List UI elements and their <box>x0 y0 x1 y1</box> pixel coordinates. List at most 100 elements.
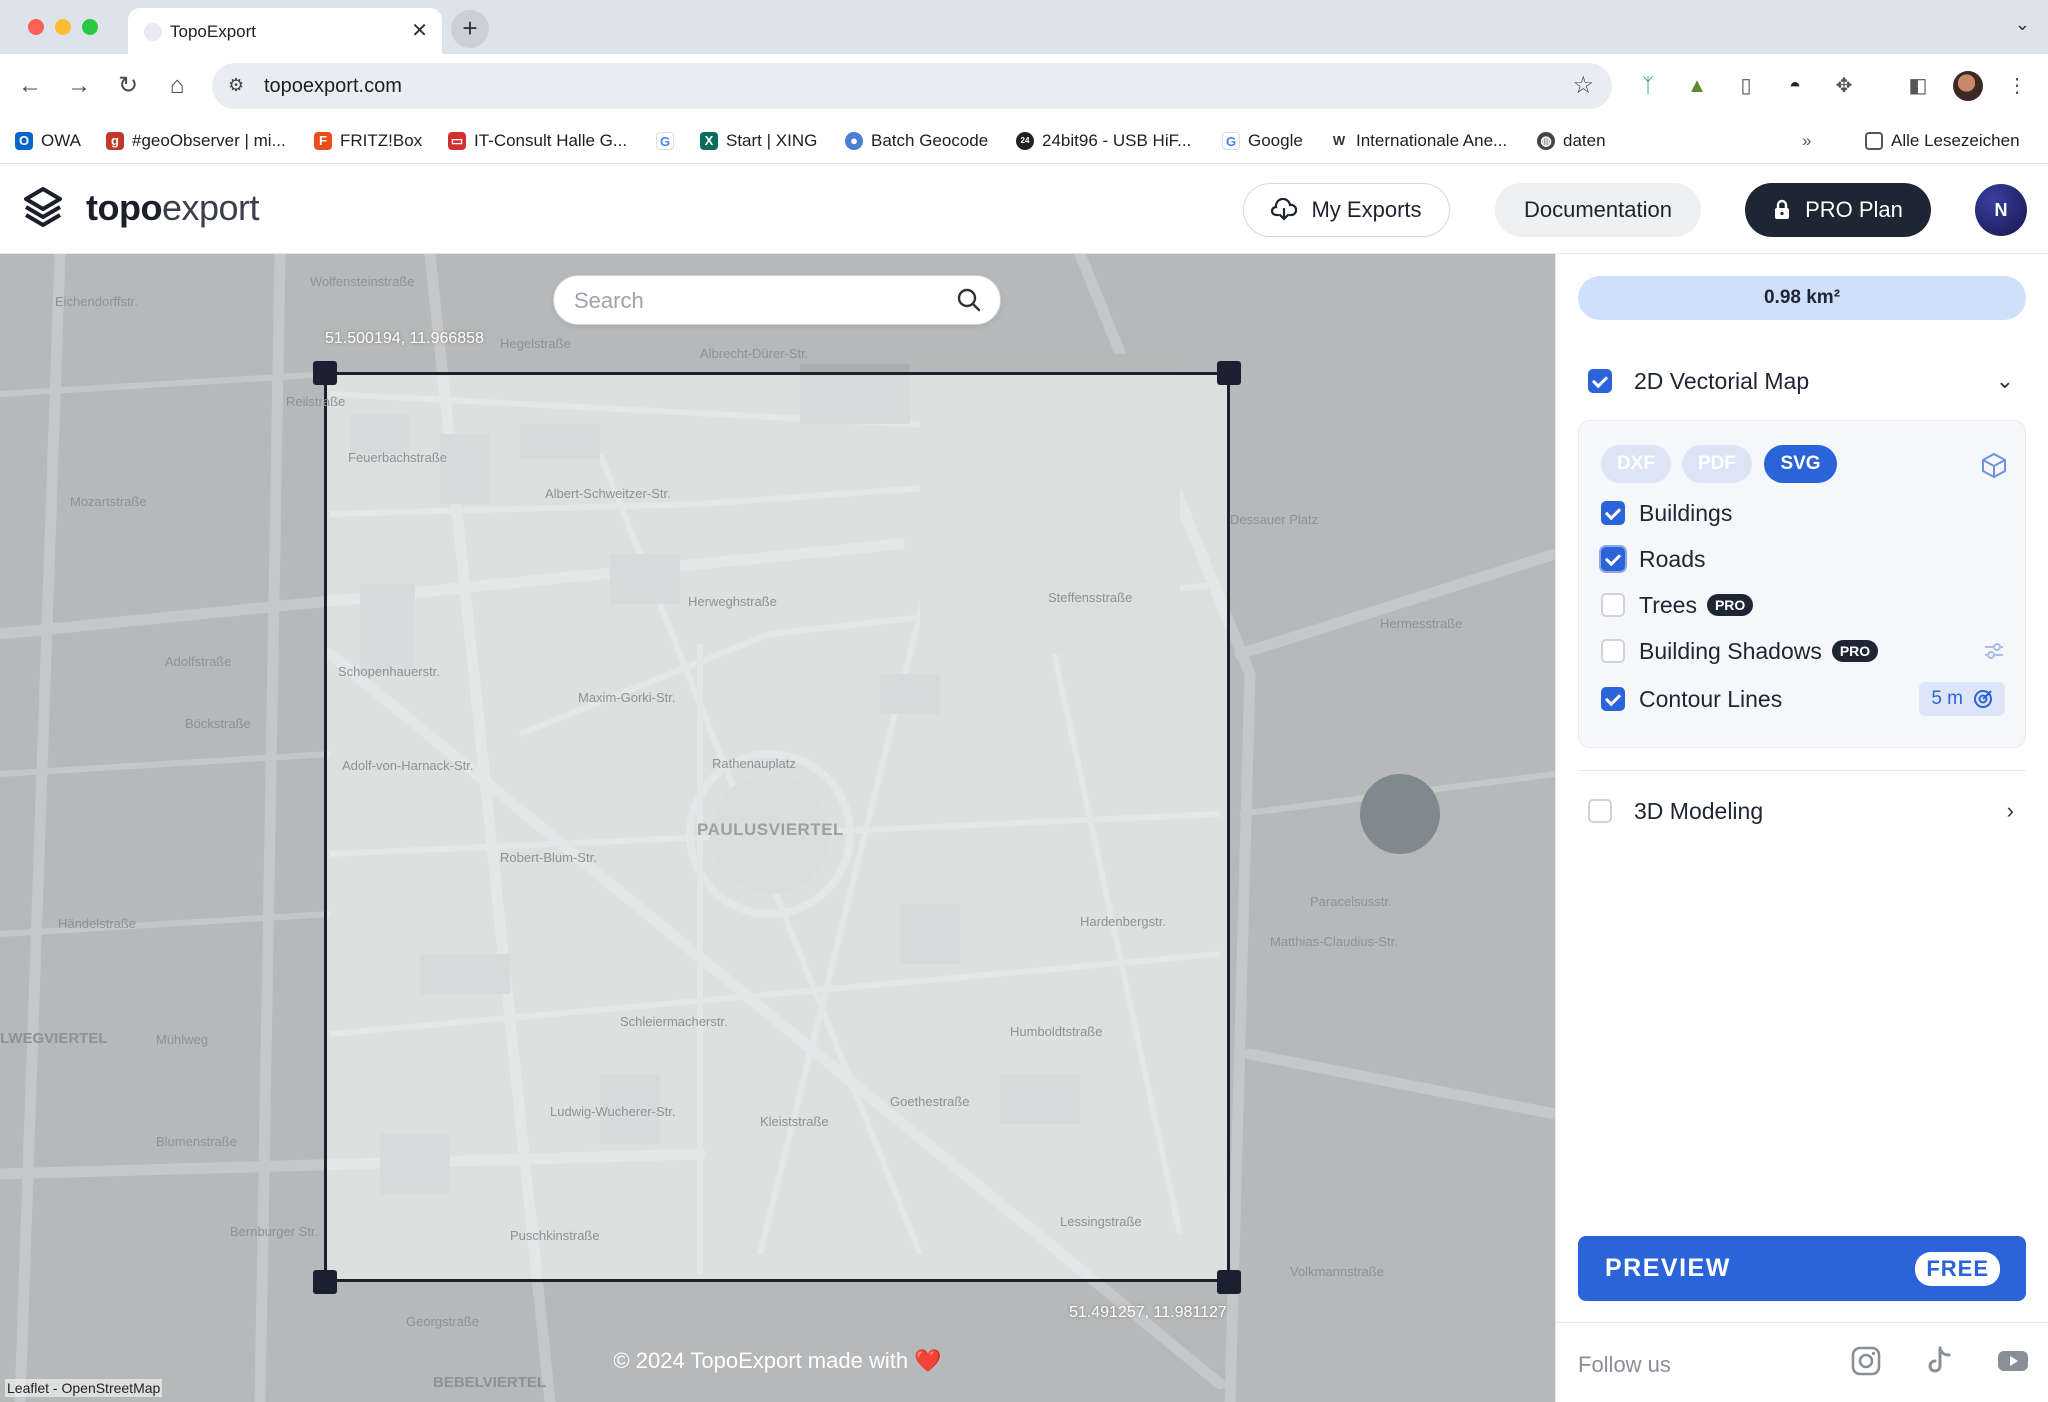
selection-handle-bottom-right[interactable] <box>1217 1270 1241 1294</box>
street-label: Blumenstraße <box>156 1134 237 1149</box>
bookmark-batch-geocode[interactable]: ● Batch Geocode <box>845 126 988 156</box>
format-dxf-button[interactable]: DXF <box>1601 445 1671 483</box>
street-label: Puschkinstraße <box>510 1228 600 1243</box>
address-bar[interactable]: ⚙ topoexport.com ☆ <box>212 63 1612 109</box>
selection-handle-top-right[interactable] <box>1217 361 1241 385</box>
map-canvas[interactable]: Albrecht-Dürer-Str. Hegelstraße Albert-S… <box>0 254 1555 1402</box>
bookmark-itconsult[interactable]: ▭ IT-Consult Halle G... <box>448 126 627 156</box>
bookmark-daten[interactable]: ◍ daten <box>1537 126 1606 156</box>
new-tab-button[interactable]: + <box>451 10 489 48</box>
google-icon: G <box>656 132 674 150</box>
all-bookmarks-label: Alle Lesezeichen <box>1891 131 2020 150</box>
selection-handle-bottom-left[interactable] <box>313 1270 337 1294</box>
street-label: Schopenhauerstr. <box>338 664 440 679</box>
preview-button[interactable]: PREVIEW FREE <box>1578 1236 2026 1301</box>
sliders-settings-icon[interactable] <box>1983 641 2005 661</box>
chevron-down-icon[interactable]: ⌄ <box>1996 368 2014 394</box>
layer-buildings[interactable]: Buildings <box>1601 495 2005 531</box>
section-2d-vectorial-map[interactable]: 2D Vectorial Map ⌄ <box>1578 356 2026 406</box>
forward-arrow-icon[interactable]: → <box>62 69 96 103</box>
search-icon[interactable] <box>956 287 982 313</box>
street-label: Bernburger Str. <box>230 1224 319 1239</box>
buildings-checkbox[interactable] <box>1601 501 1625 525</box>
tiktok-icon[interactable] <box>1922 1344 1956 1378</box>
street-label: Volkmannstraße <box>1290 1264 1384 1279</box>
close-window-button[interactable] <box>28 19 44 35</box>
follow-us-label: Follow us <box>1578 1352 1671 1377</box>
bookmark-xing[interactable]: X Start | XING <box>700 126 817 156</box>
bookmark-fritzbox[interactable]: F FRITZ!Box <box>314 126 422 156</box>
browser-tab[interactable]: TopoExport ✕ <box>128 8 442 54</box>
chevron-right-icon[interactable]: › <box>2007 798 2014 824</box>
street-label: Lessingstraße <box>1060 1214 1142 1229</box>
area-indicator: 0.98 km² <box>1578 276 2026 320</box>
roads-checkbox[interactable] <box>1601 547 1625 571</box>
extension-qgis-icon[interactable]: ▲ <box>1683 72 1711 100</box>
map-search-box[interactable] <box>553 275 1001 325</box>
street-label: Matthias-Claudius-Str. <box>1270 934 1398 949</box>
youtube-icon[interactable] <box>1996 1344 2030 1378</box>
map-attribution[interactable]: Leaflet - OpenStreetMap <box>5 1379 163 1397</box>
user-avatar[interactable]: N <box>1975 184 2027 236</box>
home-icon[interactable]: ⌂ <box>160 69 194 103</box>
browser-profile-avatar[interactable] <box>1953 71 1983 101</box>
layer-building-shadows[interactable]: Building Shadows PRO <box>1601 633 2005 669</box>
section-3d-modeling[interactable]: 3D Modeling › <box>1578 786 2026 836</box>
street-label: Humboldtstraße <box>1010 1024 1103 1039</box>
folder-icon <box>1865 132 1883 150</box>
bookmark-geoobserver[interactable]: g #geoObserver | mi... <box>106 126 286 156</box>
extension-document-icon[interactable]: ▯ <box>1732 72 1760 100</box>
bookmark-owa[interactable]: O OWA <box>15 126 81 156</box>
bookmark-24bit96[interactable]: 24 24bit96 - USB HiF... <box>1016 126 1191 156</box>
tab-search-chevron-icon[interactable]: ⌄ <box>2015 14 2030 35</box>
more-bookmarks-chevron-icon[interactable]: » <box>1802 126 1811 156</box>
bookmarks-bar: O OWA g #geoObserver | mi... F FRITZ!Box ▭ I… <box>0 118 2048 164</box>
extensions-puzzle-icon[interactable]: ✥ <box>1830 72 1858 100</box>
selection-handle-top-left[interactable] <box>313 361 337 385</box>
contour-lines-checkbox[interactable] <box>1601 687 1625 711</box>
browser-menu-icon[interactable]: ⋮ <box>2003 72 2031 100</box>
tab-close-icon[interactable]: ✕ <box>411 18 428 43</box>
back-arrow-icon[interactable]: ← <box>13 69 47 103</box>
topoexport-logo-text[interactable]: topoexport <box>86 187 260 229</box>
all-bookmarks-folder[interactable]: Alle Lesezeichen <box>1865 126 2020 156</box>
format-pdf-button[interactable]: PDF <box>1682 445 1752 483</box>
topoexport-logo-icon[interactable] <box>22 185 64 231</box>
layer-label: Roads <box>1639 545 1706 572</box>
side-panel-icon[interactable]: ◧ <box>1904 72 1932 100</box>
layer-roads[interactable]: Roads <box>1601 541 2005 577</box>
district-label-paulusviertel: PAULUSVIERTEL <box>697 820 844 839</box>
3d-cube-icon[interactable] <box>1979 451 2009 479</box>
my-exports-button[interactable]: My Exports <box>1243 183 1450 237</box>
documentation-button[interactable]: Documentation <box>1495 183 1701 237</box>
street-label: Georgstraße <box>406 1314 479 1329</box>
street-label: Goethestraße <box>890 1094 970 1109</box>
layer-contour-lines[interactable]: Contour Lines 5 m <box>1601 681 2005 717</box>
bookmark-wikipedia[interactable]: W Internationale Ane... <box>1330 126 1507 156</box>
layer-label: Trees <box>1639 591 1697 618</box>
trees-checkbox[interactable] <box>1601 593 1625 617</box>
building-shadows-checkbox[interactable] <box>1601 639 1625 663</box>
district-label: LWEGVIERTEL <box>0 1030 108 1047</box>
search-input[interactable] <box>574 286 934 316</box>
pro-plan-button[interactable]: PRO Plan <box>1745 183 1931 237</box>
2d-map-checkbox[interactable] <box>1588 369 1612 393</box>
pro-badge: PRO <box>1831 640 1879 662</box>
bookmark-google[interactable]: G Google <box>1222 126 1303 156</box>
street-label: Ludwig-Wucherer-Str. <box>550 1104 676 1119</box>
contour-interval-selector[interactable]: 5 m <box>1919 682 2005 716</box>
extension-incognito-icon[interactable]: ◓ <box>1781 72 1809 100</box>
layer-trees[interactable]: Trees PRO <box>1601 587 2005 623</box>
reload-icon[interactable]: ↻ <box>111 69 145 103</box>
site-info-icon[interactable]: ⚙ <box>228 75 244 96</box>
minimize-window-button[interactable] <box>55 19 71 35</box>
instagram-icon[interactable] <box>1849 1344 1883 1378</box>
url-text[interactable]: topoexport.com <box>264 75 402 98</box>
street-label: Adolfstraße <box>165 654 232 669</box>
format-svg-button[interactable]: SVG <box>1764 445 1837 483</box>
3d-modeling-checkbox[interactable] <box>1588 799 1612 823</box>
maximize-window-button[interactable] <box>82 19 98 35</box>
bookmark-star-icon[interactable]: ☆ <box>1572 71 1594 100</box>
extension-vuetify-icon[interactable]: ᛉ <box>1634 72 1662 100</box>
bookmark-google-short[interactable]: G <box>656 126 674 156</box>
